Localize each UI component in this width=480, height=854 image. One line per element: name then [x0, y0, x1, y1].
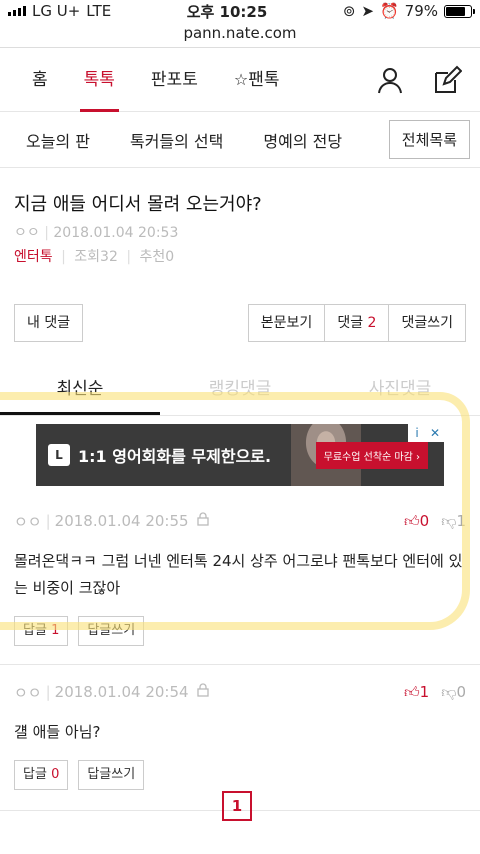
comment-date: 2018.01.04 20:55 [54, 512, 189, 530]
write-reply-button[interactable]: 답글쓰기 [78, 616, 145, 646]
all-list-button[interactable]: 전체목록 [388, 120, 470, 159]
reply-button[interactable]: 답글 1 [14, 616, 69, 646]
comments-count: 2 [367, 315, 377, 331]
tab-latest[interactable]: 최신순 [0, 366, 160, 415]
post-category[interactable]: 엔터톡 [14, 249, 53, 265]
views-count: 32 [100, 249, 118, 265]
comment-sort-tabs: 최신순 랭킹댓글 사진댓글 [0, 366, 480, 416]
write-icon[interactable] [432, 65, 462, 95]
location-icon: ➤ [361, 2, 374, 20]
comment-author: ㅇㅇ [14, 512, 42, 531]
ad-text: 1:1 영어회화를 무제한으로. [78, 447, 272, 466]
url-bar[interactable]: pann.nate.com [0, 22, 480, 48]
comment-author: ㅇㅇ [14, 683, 42, 702]
post-meta: ㅇㅇ | 2018.01.04 20:53 [14, 225, 179, 241]
nav-fantok[interactable]: ☆팬톡 [216, 48, 298, 112]
post-stats: 엔터톡 | 조회32 | 추천0 [14, 249, 175, 265]
post-date: 2018.01.04 20:53 [53, 225, 179, 241]
comments-button[interactable]: 댓글 2 [324, 304, 389, 342]
battery-label: 79% [404, 2, 438, 20]
carrier-label: LG U+ [32, 2, 81, 20]
nav-home[interactable]: 홈 [14, 48, 66, 112]
post-title: 지금 애들 어디서 몰려 오는거야? [14, 194, 262, 215]
post-author: ㅇㅇ [14, 225, 40, 241]
reply-button[interactable]: 답글 0 [14, 760, 69, 790]
nav-fantok-label: 팬톡 [248, 69, 280, 90]
downvote-button[interactable]: 👎︎1 [441, 512, 466, 531]
downvote-button[interactable]: 👎︎0 [441, 683, 466, 702]
subnav-today[interactable]: 오늘의 판 [26, 128, 90, 152]
comment-text: 몰려온댁ㅋㅋ 그럼 너넨 엔터톡 24시 상주 어그로냐 팬톡보다 엔터에 있는… [14, 552, 463, 597]
thumbs-down-icon: 👎︎ [441, 511, 457, 530]
rotation-lock-icon: ⊚ [342, 2, 356, 20]
downvote-count: 1 [456, 511, 466, 530]
main-nav: 홈 톡톡 판포토 ☆팬톡 [0, 48, 480, 112]
ad-close-icon[interactable]: ✕ [426, 424, 444, 442]
views-label: 조회 [74, 249, 101, 265]
ad-banner[interactable]: L 1:1 영어회화를 무제한으로. 무료수업 선착순 마감 › i ✕ [36, 424, 444, 486]
clock: 오후 10:25 [186, 2, 268, 21]
reply-count: 0 [51, 767, 60, 782]
comment-item: ㅇㅇ | 2018.01.04 20:55 👍︎0 👎︎1 몰려온댁ㅋㅋ 그럼 … [0, 508, 480, 646]
lock-icon [196, 683, 209, 701]
thumbs-up-icon: 👍︎ [403, 511, 420, 530]
status-bar: LG U+ LTE 오후 10:25 ⊚ ➤ ⏰ 79% [0, 0, 480, 22]
user-icon[interactable] [376, 66, 404, 94]
reply-label: 답글 [23, 767, 47, 782]
signal-icon [8, 6, 26, 16]
comments-label: 댓글 [337, 315, 364, 331]
comment-date: 2018.01.04 20:54 [54, 683, 189, 701]
subnav-hall-of-fame[interactable]: 명예의 전당 [263, 128, 342, 152]
upvote-count: 1 [419, 682, 430, 701]
upvote-button[interactable]: 👍︎1 [404, 683, 429, 702]
my-comments-button[interactable]: 내 댓글 [14, 304, 84, 342]
alarm-icon: ⏰ [379, 2, 399, 20]
post-header: 지금 애들 어디서 몰려 오는거야? ㅇㅇ | 2018.01.04 20:53… [0, 168, 480, 266]
write-reply-button[interactable]: 답글쓰기 [78, 760, 145, 790]
downvote-count: 0 [456, 682, 466, 701]
comment-text: 걜 애들 아님? [14, 723, 101, 741]
page-1-button[interactable]: 1 [222, 791, 252, 821]
upvote-count: 0 [419, 511, 430, 530]
nav-panphoto[interactable]: 판포토 [133, 48, 216, 112]
thumbs-down-icon: 👎︎ [441, 682, 457, 701]
sub-nav: 오늘의 판 톡커들의 선택 명예의 전당 전체목록 [0, 112, 480, 168]
ad-info-icon[interactable]: i [408, 424, 426, 442]
tab-photo[interactable]: 사진댓글 [320, 366, 480, 415]
network-label: LTE [86, 2, 112, 20]
ad-logo: L [48, 444, 70, 466]
ad-cta-button[interactable]: 무료수업 선착순 마감 › [315, 442, 428, 469]
tab-ranking[interactable]: 랭킹댓글 [160, 366, 320, 415]
reply-label: 답글 [23, 623, 47, 638]
lock-icon [196, 512, 209, 530]
view-post-button[interactable]: 본문보기 [247, 304, 325, 342]
subnav-toker-choice[interactable]: 톡커들의 선택 [130, 128, 223, 152]
reply-count: 1 [51, 623, 60, 638]
battery-icon [444, 4, 475, 18]
thumbs-up-icon: 👍︎ [403, 682, 420, 701]
nav-toktok[interactable]: 톡톡 [66, 48, 133, 112]
write-comment-button[interactable]: 댓글쓰기 [388, 304, 466, 342]
recommend-label: 추천 [139, 249, 166, 265]
comment-item: ㅇㅇ | 2018.01.04 20:54 👍︎1 👎︎0 걜 애들 아님? 답… [0, 679, 480, 790]
recommend-count: 0 [165, 249, 175, 265]
star-icon: ☆ [233, 69, 249, 89]
upvote-button[interactable]: 👍︎0 [404, 512, 429, 531]
